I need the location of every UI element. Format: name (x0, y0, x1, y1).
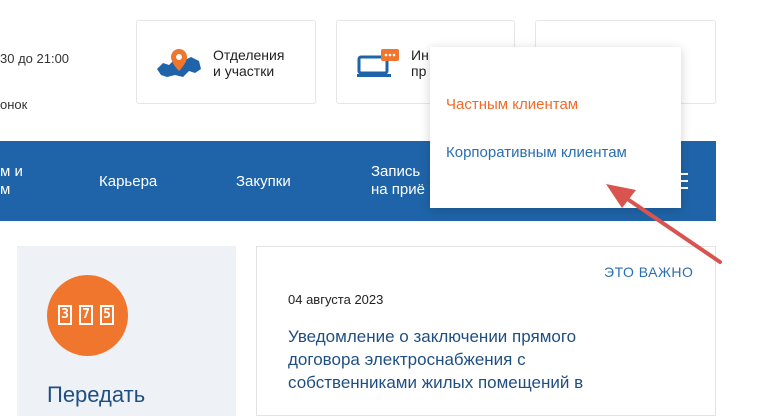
nav-item-customers-line1: м и (0, 163, 23, 180)
russia-map-pin-icon (157, 49, 201, 77)
offices-card-label-2: и участки (213, 63, 275, 79)
laptop-chat-icon (357, 49, 399, 77)
news-date: 04 августа 2023 (288, 292, 384, 307)
news-headline-line1: Уведомление о заключении прямого (288, 327, 577, 346)
nav-item-appointment-line1: Запись (371, 163, 421, 180)
nav-item-appointment[interactable]: Запись на приё (371, 163, 425, 199)
nav-item-customers-line2: м (0, 181, 11, 198)
nav-item-purchases[interactable]: Закупки (236, 173, 291, 191)
important-label[interactable]: ЭТО ВАЖНО (604, 264, 693, 280)
meter-panel-title[interactable]: Передать (47, 382, 145, 408)
working-hours: 30 до 21:00 (0, 51, 70, 66)
annotation-arrow-icon (606, 184, 722, 264)
call-link[interactable]: онок (0, 97, 27, 112)
nav-item-customers[interactable]: м и м (0, 163, 23, 199)
meter-digit-3: 5 (100, 305, 114, 325)
nav-item-appointment-line2: на приё (371, 181, 425, 198)
dropdown-item-private[interactable]: Частным клиентам (446, 96, 578, 113)
dropdown-item-corporate[interactable]: Корпоративным клиентам (446, 144, 627, 161)
meter-digit-1: 3 (58, 305, 72, 325)
news-headline-line3: собственниками жилых помещений в (288, 373, 584, 392)
nav-item-career[interactable]: Карьера (99, 173, 157, 191)
meter-digit-2: 7 (79, 305, 93, 325)
info-card-label-2: пр (411, 63, 427, 79)
offices-card[interactable]: Отделения и участки (136, 20, 316, 104)
info-card-label-1: Ин (411, 47, 429, 63)
news-headline-line2: договора электроснабжения с (288, 350, 526, 369)
news-headline[interactable]: Уведомление о заключении прямого договор… (288, 325, 583, 394)
offices-card-label-1: Отделения (213, 47, 285, 63)
